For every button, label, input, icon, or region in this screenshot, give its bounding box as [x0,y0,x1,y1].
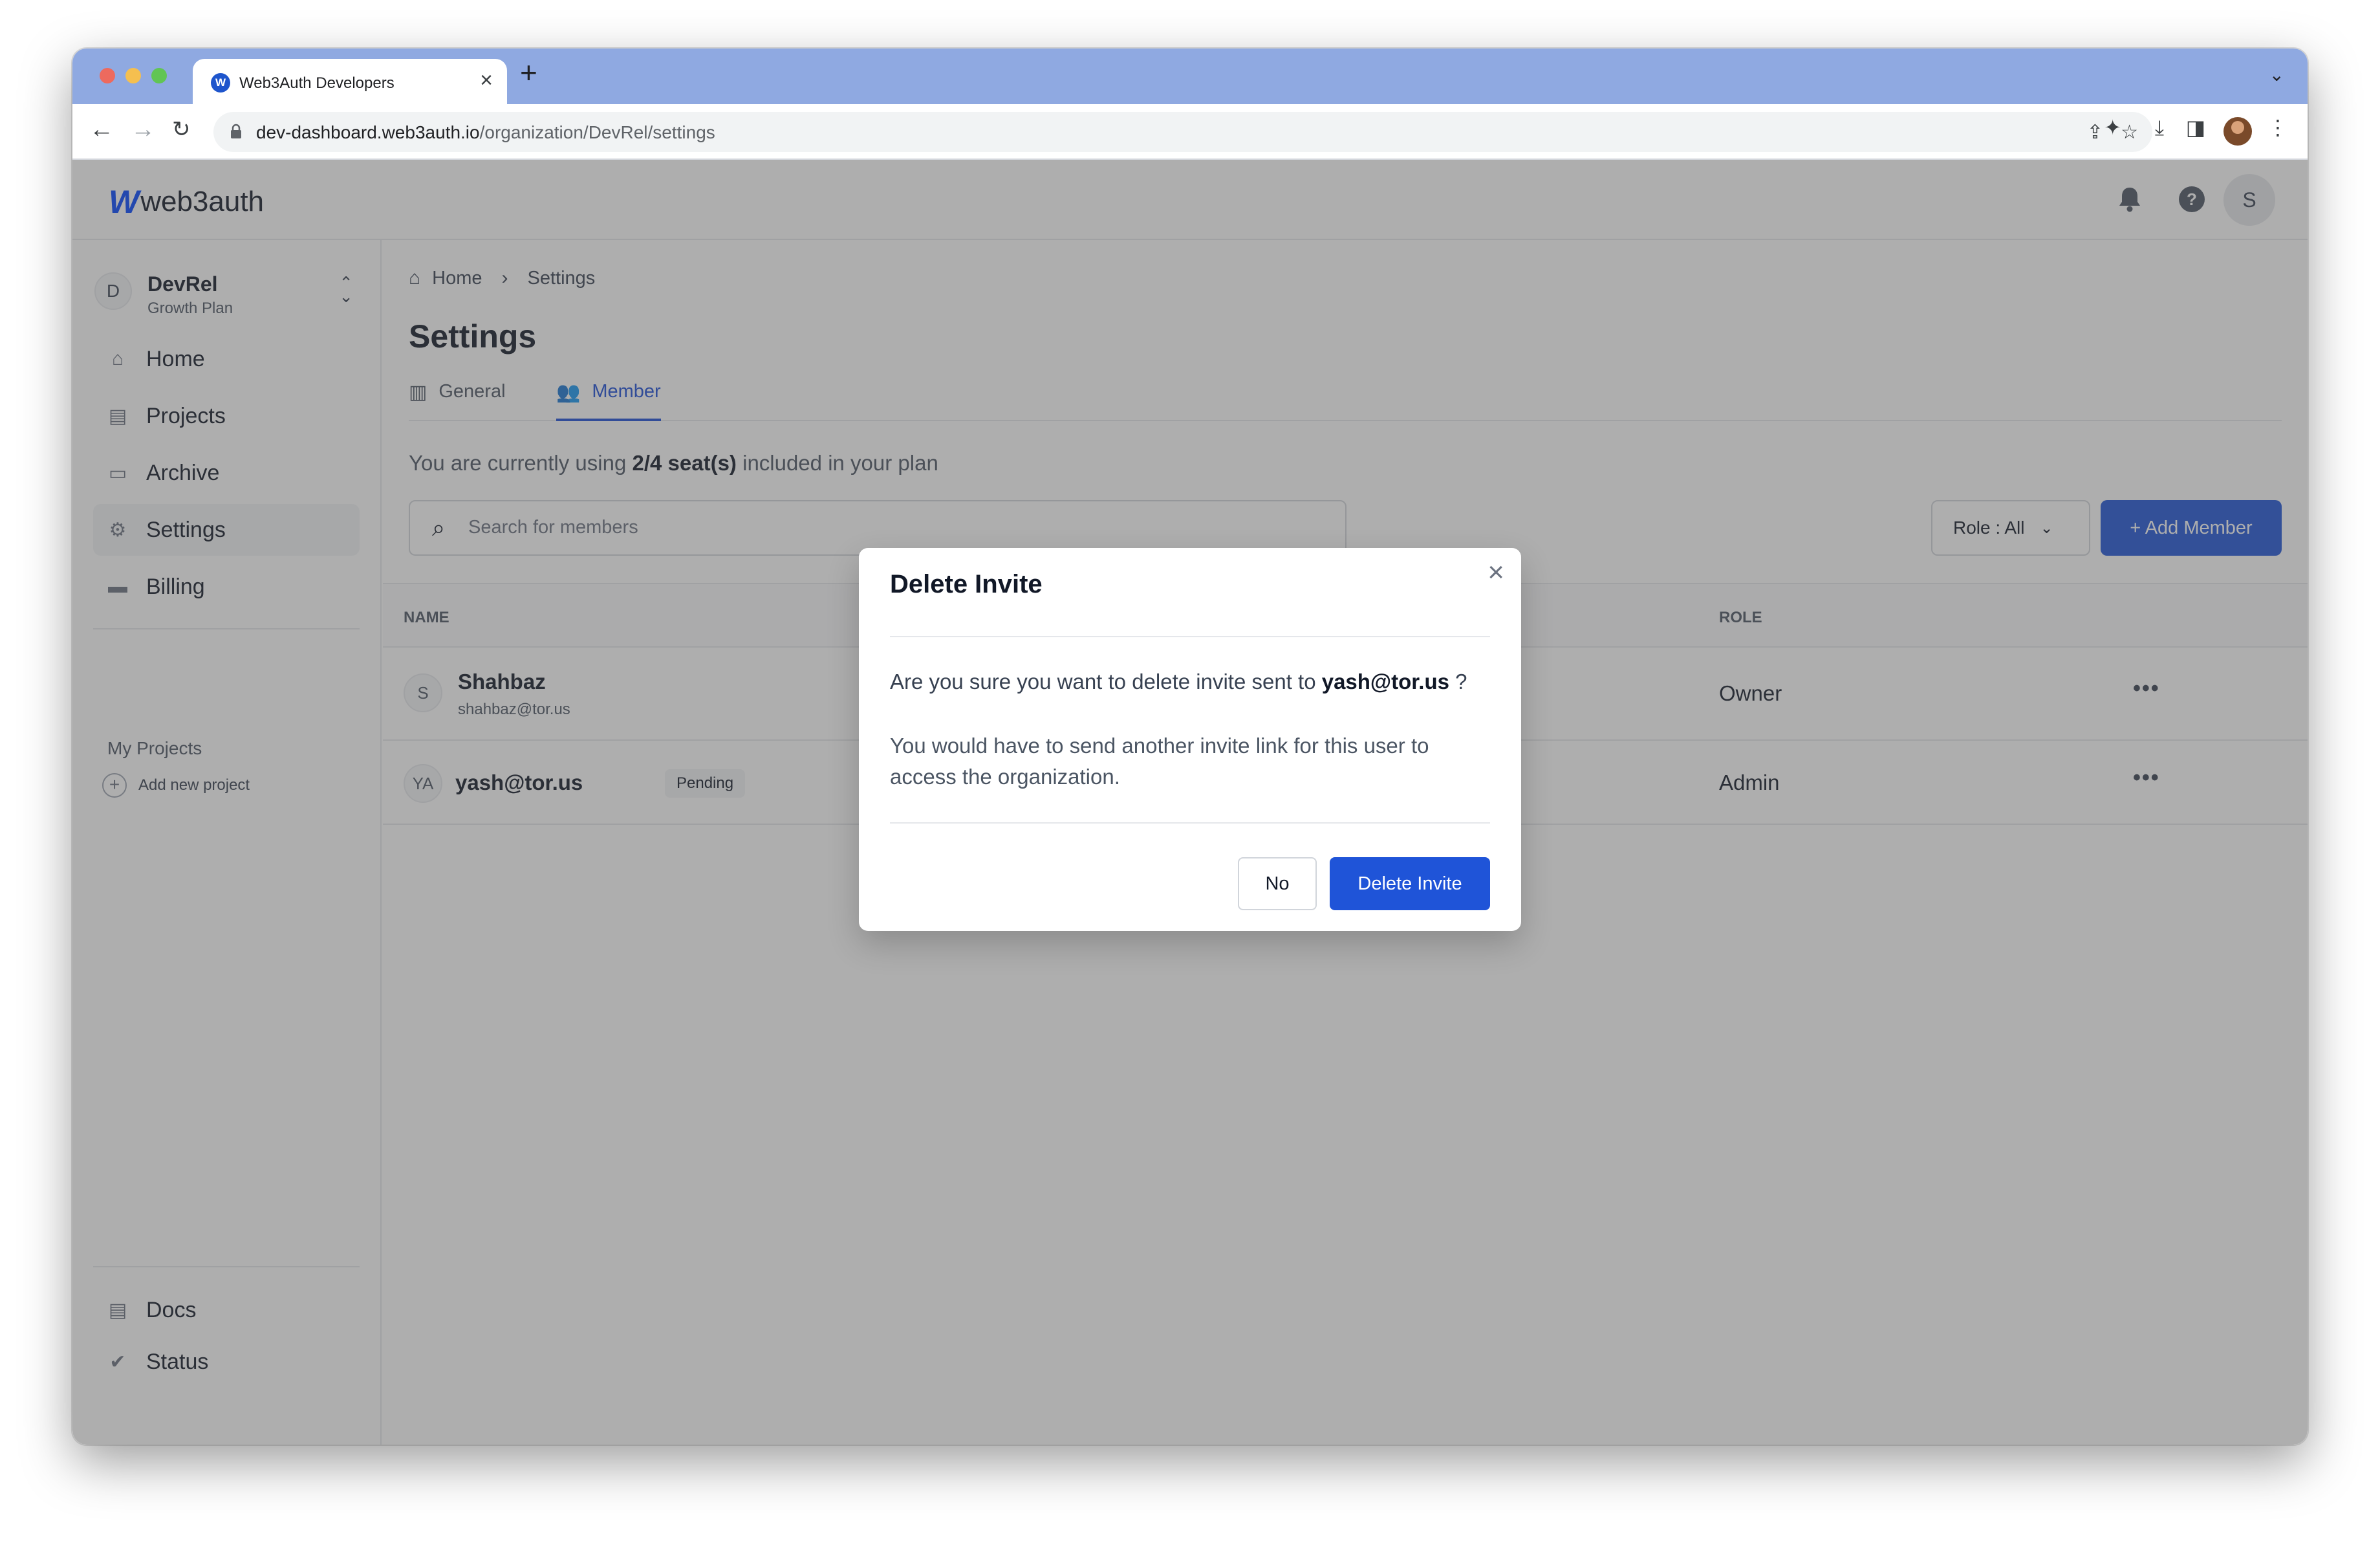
close-window-button[interactable] [100,68,115,83]
reload-icon[interactable]: ↻ [172,118,191,140]
browser-tab[interactable]: W Web3Auth Developers × [193,59,507,104]
url-text: dev-dashboard.web3auth.io/organization/D… [256,122,715,142]
browser-menu-icon[interactable]: ⋮ [2267,117,2288,138]
share-icon[interactable]: ⇪ [2087,121,2103,144]
close-icon[interactable]: × [1488,558,1504,587]
dialog-divider [890,822,1490,824]
dialog-divider [890,636,1490,637]
forward-arrow-icon[interactable]: → [131,117,155,142]
browser-titlebar: W Web3Auth Developers × + ⌄ [72,49,2308,104]
extensions-puzzle-icon[interactable]: ✦ [2104,117,2121,138]
delete-invite-button[interactable]: Delete Invite [1330,857,1490,910]
dialog-title: Delete Invite [890,570,1043,598]
download-icon[interactable]: ⤓ [2155,117,2164,138]
favicon-icon: W [211,73,230,93]
bookmark-star-icon[interactable]: ☆ [2121,121,2138,144]
browser-profile-avatar[interactable] [2223,117,2252,146]
tab-search-chevron-icon[interactable]: ⌄ [2269,64,2284,85]
back-arrow-icon[interactable]: ← [89,117,114,142]
new-tab-button[interactable]: + [520,58,537,87]
lock-icon [231,124,241,138]
side-panel-icon[interactable]: ◨ [2186,117,2205,138]
minimize-window-button[interactable] [125,68,141,83]
dialog-info: You would have to send another invite li… [890,734,1429,789]
maximize-window-button[interactable] [151,68,167,83]
browser-toolbar: ← → ↻ dev-dashboard.web3auth.io/organiza… [72,104,2308,160]
dialog-question: Are you sure you want to delete invite s… [890,670,1467,694]
cancel-button[interactable]: No [1238,857,1317,910]
tab-title: Web3Auth Developers [239,74,395,92]
tab-close-icon[interactable]: × [480,69,493,91]
address-bar[interactable]: dev-dashboard.web3auth.io/organization/D… [213,112,2152,152]
delete-invite-dialog: Delete Invite × Are you sure you want to… [859,548,1521,931]
browser-window: W Web3Auth Developers × + ⌄ ← → ↻ dev-da… [72,49,2308,1445]
